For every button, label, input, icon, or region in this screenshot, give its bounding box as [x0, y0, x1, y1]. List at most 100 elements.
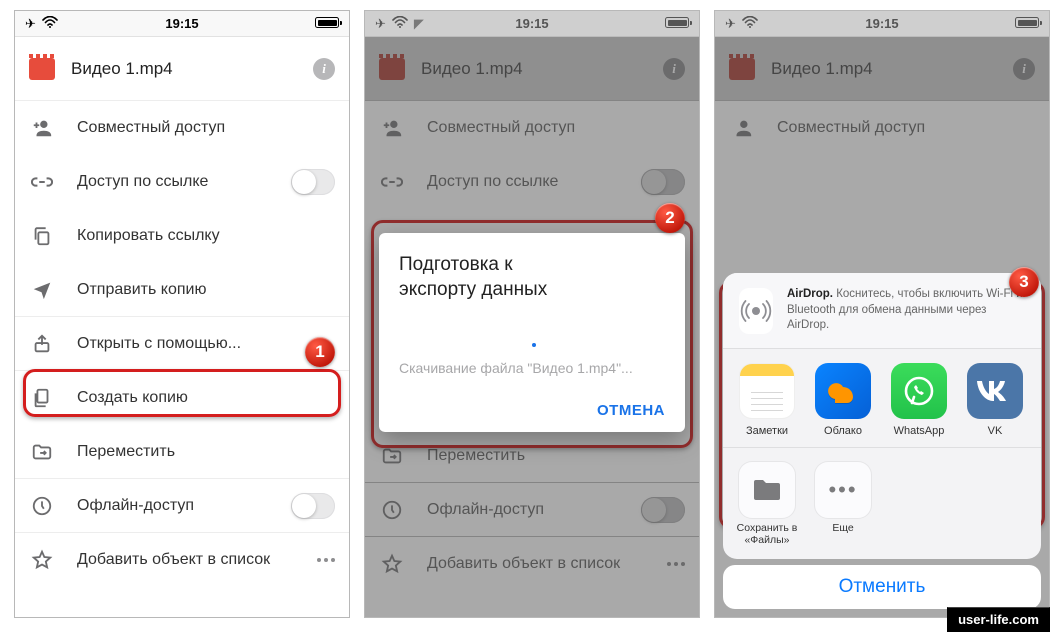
overflow-icon [667, 562, 685, 566]
menu-send-copy[interactable]: Отправить копию [15, 263, 349, 317]
step-badge-1: 1 [305, 337, 335, 367]
file-header: Видео 1.mp4 i [365, 37, 699, 101]
action-save-label-1: Сохранить в [737, 522, 798, 534]
app-vk[interactable]: VK [957, 363, 1033, 437]
action-more-label: Еще [832, 522, 853, 534]
share-cancel-label: Отменить [839, 576, 926, 598]
watermark: user-life.com [947, 607, 1050, 632]
menu-copy-link[interactable]: Копировать ссылку [15, 209, 349, 263]
offline-icon [29, 495, 55, 517]
action-more[interactable]: ••• Еще [805, 462, 881, 547]
airplane-icon: ✈ [25, 16, 36, 32]
menu-make-copy-label: Создать копию [77, 389, 335, 407]
person-add-icon [729, 117, 755, 139]
menu-add-to-list: Добавить объект в список [365, 537, 699, 591]
video-file-icon [379, 58, 405, 80]
star-icon [379, 553, 405, 575]
battery-icon [665, 17, 689, 28]
open-in-icon [29, 333, 55, 355]
wifi-icon [742, 16, 758, 31]
screenshot-3: ✈ 19:15 Видео 1.mp4 i Совместный доступ [714, 10, 1050, 618]
wifi-icon [392, 16, 408, 31]
menu-offline[interactable]: Офлайн-доступ [15, 479, 349, 533]
action-save-to-files[interactable]: Сохранить в «Файлы» [729, 462, 805, 547]
menu-add-to-list-label: Добавить объект в список [77, 551, 295, 569]
overflow-icon[interactable] [317, 558, 335, 562]
airdrop-text: AirDrop. Коснитесь, чтобы включить Wi-Fi… [787, 287, 1025, 334]
file-title: Видео 1.mp4 [421, 59, 647, 79]
link-access-toggle[interactable] [291, 169, 335, 195]
person-add-icon [29, 117, 55, 139]
cloud-icon [815, 363, 871, 419]
app-notes-label: Заметки [746, 425, 788, 437]
airplane-icon: ✈ [375, 16, 386, 32]
menu-link-access-label: Доступ по ссылке [427, 173, 619, 191]
menu-share-label: Совместный доступ [777, 119, 1035, 137]
step-badge-3: 3 [1009, 267, 1039, 297]
clock: 19:15 [715, 16, 1049, 31]
app-cloud-label: Облако [824, 425, 862, 437]
menu-share-label: Совместный доступ [427, 119, 685, 137]
menu-link-access: Доступ по ссылке [365, 155, 699, 209]
link-icon [29, 171, 55, 193]
dialog-cancel-button[interactable]: ОТМЕНА [597, 402, 665, 419]
menu-open-with[interactable]: Открыть с помощью... [15, 317, 349, 371]
video-file-icon [29, 58, 55, 80]
action-save-label-2: «Файлы» [744, 534, 789, 546]
menu-add-to-list[interactable]: Добавить объект в список [15, 533, 349, 587]
dialog-subtitle: Скачивание файла "Видео 1.mp4"... [399, 360, 665, 376]
menu-send-copy-label: Отправить копию [77, 281, 335, 299]
info-icon[interactable]: i [313, 58, 335, 80]
menu-open-with-label: Открыть с помощью... [77, 335, 335, 353]
folder-move-icon [379, 445, 405, 467]
file-title: Видео 1.mp4 [771, 59, 997, 79]
share-cancel-button[interactable]: Отменить [723, 565, 1041, 609]
app-cloud[interactable]: Облако [805, 363, 881, 437]
screenshot-1: ✈ 19:15 Видео 1.mp4 i Совместный доступ [14, 10, 350, 618]
person-add-icon [379, 117, 405, 139]
offline-toggle[interactable] [291, 493, 335, 519]
actions-menu: Совместный доступ Доступ по ссылке Копир… [15, 101, 349, 587]
menu-make-copy[interactable]: Создать копию [15, 371, 349, 425]
step-badge-2: 2 [655, 203, 685, 233]
menu-add-to-list-label: Добавить объект в список [427, 555, 645, 573]
menu-share[interactable]: Совместный доступ [15, 101, 349, 155]
menu-move-label: Переместить [77, 443, 335, 461]
menu-share-label: Совместный доступ [77, 119, 335, 137]
status-bar: ✈ 19:15 [715, 11, 1049, 37]
whatsapp-icon [891, 363, 947, 419]
wifi-icon [42, 16, 58, 31]
screenshot-2: ✈ ◤ 19:15 Видео 1.mp4 i Совместный досту… [364, 10, 700, 618]
file-title: Видео 1.mp4 [71, 59, 297, 79]
app-whatsapp[interactable]: WhatsApp [881, 363, 957, 437]
status-bar: ✈ ◤ 19:15 [365, 11, 699, 37]
offline-toggle [641, 497, 685, 523]
export-dialog: Подготовка кэкспорту данных Скачивание ф… [379, 233, 685, 432]
menu-move: Переместить [365, 429, 699, 483]
file-header: Видео 1.mp4 i [715, 37, 1049, 101]
battery-icon [315, 17, 339, 28]
menu-offline: Офлайн-доступ [365, 483, 699, 537]
share-sheet: AirDrop. Коснитесь, чтобы включить Wi-Fi… [723, 273, 1041, 559]
menu-copy-link-label: Копировать ссылку [77, 227, 335, 245]
offline-icon [379, 499, 405, 521]
airdrop-row[interactable]: AirDrop. Коснитесь, чтобы включить Wi-Fi… [723, 273, 1041, 349]
menu-offline-label: Офлайн-доступ [427, 501, 619, 519]
video-file-icon [729, 58, 755, 80]
file-header: Видео 1.mp4 i [15, 37, 349, 101]
clock: 19:15 [15, 16, 349, 31]
vk-icon [967, 363, 1023, 419]
status-bar: ✈ 19:15 [15, 11, 349, 37]
more-icon: ••• [815, 462, 871, 518]
link-icon [379, 171, 405, 193]
menu-move[interactable]: Переместить [15, 425, 349, 479]
menu-share: Совместный доступ [365, 101, 699, 155]
menu-share: Совместный доступ [715, 101, 1049, 155]
notes-icon [739, 363, 795, 419]
folder-move-icon [29, 441, 55, 463]
app-notes[interactable]: Заметки [729, 363, 805, 437]
send-icon [29, 279, 55, 301]
menu-link-access[interactable]: Доступ по ссылке [15, 155, 349, 209]
duplicate-icon [29, 387, 55, 409]
info-icon: i [1013, 58, 1035, 80]
